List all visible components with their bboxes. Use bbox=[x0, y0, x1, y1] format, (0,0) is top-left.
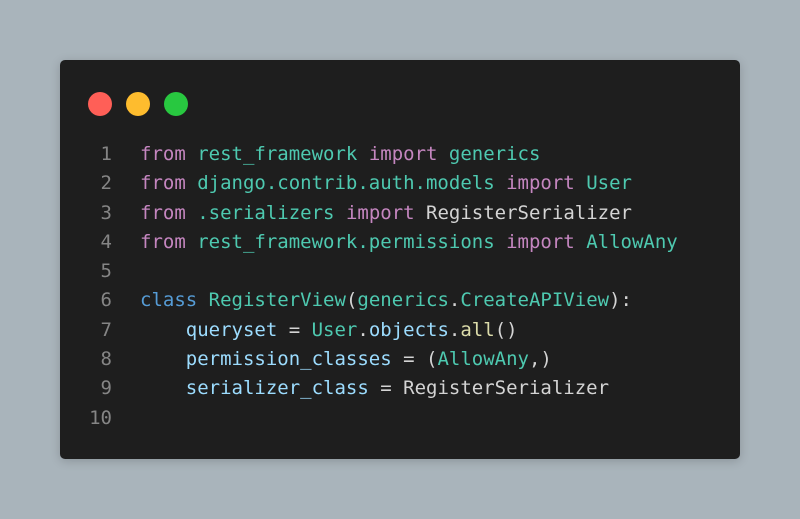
code-line: 7 queryset = User.objects.all() bbox=[60, 316, 740, 345]
line-source: queryset = User.objects.all() bbox=[140, 316, 518, 345]
code-token: import bbox=[506, 230, 575, 253]
code-token: all bbox=[460, 318, 495, 341]
code-line: 4 from rest_framework.permissions import … bbox=[60, 228, 740, 257]
code-token: RegisterSerializer bbox=[403, 377, 610, 400]
code-token: = bbox=[368, 377, 404, 400]
code-token: . bbox=[357, 318, 369, 341]
code-line: 3 from .serializers import RegisterSerial… bbox=[60, 199, 740, 228]
window-controls bbox=[88, 92, 188, 116]
line-number: 6 bbox=[100, 289, 112, 312]
code-token: RegisterView bbox=[208, 289, 346, 312]
code-token: class bbox=[140, 289, 198, 312]
line-number: 2 bbox=[100, 172, 112, 195]
code-token: from bbox=[140, 172, 186, 195]
code-token: import bbox=[506, 172, 575, 195]
line-number: 8 bbox=[100, 348, 112, 371]
code-token: import bbox=[368, 143, 438, 165]
maximize-dot-icon bbox=[164, 92, 188, 116]
code-token: permission_classes bbox=[185, 348, 392, 371]
line-number: 4 bbox=[100, 230, 112, 253]
code-line: 2 from django.contrib.auth.models import … bbox=[60, 169, 740, 198]
code-token: ( bbox=[345, 289, 358, 312]
code-block: 1 from rest_framework import generics 2 fro… bbox=[60, 140, 740, 433]
code-token: import bbox=[345, 201, 415, 224]
code-token: rest_framework bbox=[197, 143, 358, 165]
code-line: 6 class RegisterView(generics.CreateAPIVi… bbox=[60, 286, 740, 315]
line-source: from rest_framework.permissions import A… bbox=[140, 228, 678, 257]
code-token: AllowAny bbox=[437, 348, 529, 371]
code-line: 8 permission_classes = (AllowAny,) bbox=[60, 345, 740, 374]
code-token: AllowAny bbox=[586, 230, 678, 253]
code-line: 1 from rest_framework import generics bbox=[60, 140, 740, 169]
code-token: from bbox=[140, 230, 186, 253]
code-token: () bbox=[494, 318, 518, 341]
code-token: = ( bbox=[391, 348, 438, 371]
code-token: generics bbox=[357, 289, 449, 312]
code-token: queryset bbox=[185, 318, 278, 341]
line-number: 9 bbox=[100, 377, 112, 400]
code-token: ,) bbox=[528, 348, 552, 371]
code-token: User bbox=[311, 318, 358, 341]
line-number: 10 bbox=[89, 406, 112, 429]
code-token: from bbox=[140, 143, 186, 165]
close-dot-icon bbox=[88, 92, 112, 116]
line-source: from django.contrib.auth.models import U… bbox=[140, 169, 632, 198]
code-line: 5 bbox=[60, 257, 740, 286]
line-source: from .serializers import RegisterSeriali… bbox=[140, 199, 632, 228]
line-number: 3 bbox=[100, 201, 112, 224]
line-source: from rest_framework import generics bbox=[140, 140, 540, 169]
code-token: objects bbox=[368, 318, 449, 341]
code-token: RegisterSerializer bbox=[426, 201, 632, 224]
code-token: . bbox=[448, 289, 461, 312]
code-token: serializer_class bbox=[185, 377, 369, 400]
code-line: 10 bbox=[60, 404, 740, 433]
code-token: ): bbox=[609, 289, 632, 312]
code-window: 1 from rest_framework import generics 2 fro… bbox=[60, 60, 740, 459]
code-token: from bbox=[140, 201, 186, 224]
line-source: permission_classes = (AllowAny,) bbox=[140, 345, 552, 374]
line-number: 5 bbox=[100, 260, 112, 283]
code-token: django.contrib.auth.models bbox=[197, 172, 495, 195]
code-token: CreateAPIView bbox=[460, 289, 610, 312]
line-number: 1 bbox=[100, 143, 112, 165]
minimize-dot-icon bbox=[126, 92, 150, 116]
code-token: = bbox=[277, 318, 312, 341]
code-token: User bbox=[586, 172, 632, 195]
line-source: serializer_class = RegisterSerializer bbox=[140, 374, 609, 403]
code-token: . bbox=[448, 318, 461, 341]
code-line: 9 serializer_class = RegisterSerializer bbox=[60, 374, 740, 403]
line-number: 7 bbox=[100, 318, 112, 341]
code-token: .serializers bbox=[197, 201, 335, 224]
code-token: rest_framework.permissions bbox=[197, 230, 495, 253]
code-token: generics bbox=[448, 143, 541, 165]
line-source: class RegisterView(generics.CreateAPIVie… bbox=[140, 286, 632, 315]
